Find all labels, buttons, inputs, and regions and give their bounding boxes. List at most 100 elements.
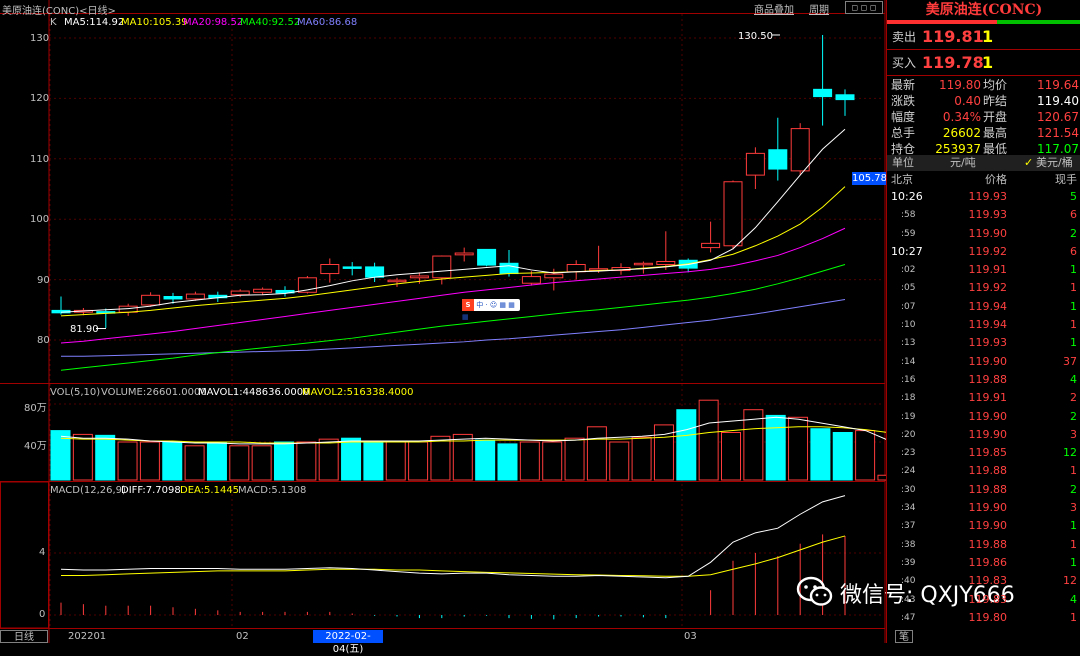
ticks-header-price: 价格 bbox=[985, 173, 1007, 186]
stat-value: 119.40 bbox=[1037, 94, 1079, 108]
kline-chart-area[interactable]: 美原油连(CONC)<日线> K MA5:114.92 MA10:105.39 … bbox=[0, 0, 887, 655]
candle-body bbox=[320, 264, 340, 275]
tick-price: 119.90 bbox=[968, 519, 1008, 533]
ticks-header-vol: 现手 bbox=[1055, 173, 1077, 186]
tick-price: 119.88 bbox=[968, 482, 1008, 496]
tick-time: :40 bbox=[901, 576, 916, 587]
tick-time: :16 bbox=[901, 374, 916, 385]
tick-price: 119.90 bbox=[968, 501, 1008, 515]
tick-price: 119.93 bbox=[968, 336, 1008, 350]
ticks-tab[interactable]: 笔 bbox=[895, 630, 913, 643]
date-axis-end: 03 bbox=[684, 631, 697, 642]
tick-volume: 37 bbox=[1063, 354, 1077, 368]
candle-body bbox=[566, 264, 586, 273]
stat-value: 119.80 bbox=[939, 78, 981, 92]
selected-date-tag[interactable]: 2022-02-04(五) bbox=[313, 630, 383, 655]
window-controls-icon[interactable]: ◻ ◻ ◻ bbox=[845, 1, 883, 14]
volume-bar bbox=[877, 474, 886, 481]
ma60-legend: MA60:86.68 bbox=[297, 17, 358, 28]
daily-tab[interactable]: 日线 bbox=[0, 630, 48, 643]
stat-label: 最高 bbox=[983, 126, 1008, 140]
stat-label: 最新 bbox=[891, 78, 916, 92]
tick-row: :05 119.92 1 bbox=[887, 279, 1080, 297]
tick-row: :10 119.94 1 bbox=[887, 316, 1080, 334]
tick-price: 119.94 bbox=[968, 299, 1008, 313]
tick-row: :02 119.91 1 bbox=[887, 261, 1080, 279]
volume-bar bbox=[497, 443, 518, 481]
tick-time: :20 bbox=[901, 429, 916, 440]
checkmark-icon[interactable]: ✓ bbox=[1024, 155, 1033, 171]
tick-time: :05 bbox=[901, 283, 916, 294]
buy-row: 买入 119.78 1 bbox=[887, 50, 1080, 75]
instrument-title: 美原油连(CONC) bbox=[925, 2, 1043, 18]
price-axis-110: 110 bbox=[30, 154, 50, 165]
cursor-price-tag: 105.78 bbox=[852, 172, 887, 185]
date-axis-mid: 02 bbox=[236, 631, 249, 642]
tick-volume: 1 bbox=[1070, 318, 1077, 332]
buy-price: 119.78 bbox=[922, 53, 984, 72]
tick-row: :47 119.80 1 bbox=[887, 609, 1080, 627]
macd-axis-0: 0 bbox=[39, 609, 46, 620]
volume-bar bbox=[251, 445, 272, 481]
buy-qty: 1 bbox=[982, 53, 994, 72]
volume-bar bbox=[810, 428, 831, 481]
tick-price: 119.80 bbox=[968, 610, 1008, 624]
ma60-line bbox=[61, 299, 846, 357]
overlay-button[interactable]: 商品叠加 bbox=[754, 1, 794, 16]
unit-bar[interactable]: 单位 元/吨 ✓ 美元/桶 bbox=[887, 155, 1080, 171]
date-axis-start: 202201 bbox=[68, 631, 107, 642]
volume-bar bbox=[721, 432, 741, 481]
tick-volume: 1 bbox=[1070, 464, 1077, 478]
tick-price: 119.90 bbox=[968, 226, 1008, 240]
volume-bar bbox=[274, 441, 294, 481]
ticks-list: 10:26 119.93 5:58 119.93 6:59 119.90 2 10:27 119… bbox=[887, 188, 1080, 627]
tick-volume: 2 bbox=[1070, 409, 1077, 423]
volume-bar bbox=[363, 441, 384, 481]
stat-label: 均价 bbox=[983, 78, 1008, 92]
tick-row: :16 119.88 4 bbox=[887, 371, 1080, 389]
tick-volume: 1 bbox=[1070, 537, 1077, 551]
tick-row: :30 119.88 2 bbox=[887, 481, 1080, 499]
sell-row: 卖出 119.81 1 bbox=[887, 24, 1080, 49]
tick-time: :24 bbox=[901, 466, 916, 477]
volume-bar bbox=[564, 437, 585, 481]
tick-volume: 1 bbox=[1070, 555, 1077, 569]
volume-bar bbox=[519, 441, 540, 481]
tick-time: :18 bbox=[901, 393, 916, 404]
tick-row: :40 119.83 12 bbox=[887, 572, 1080, 590]
tick-volume: 6 bbox=[1070, 244, 1077, 258]
tick-volume: 6 bbox=[1070, 208, 1077, 222]
tick-volume: 1 bbox=[1070, 281, 1077, 295]
tick-time: :07 bbox=[901, 301, 916, 312]
candle-body bbox=[656, 260, 676, 266]
sell-label: 卖出 bbox=[892, 30, 917, 44]
tick-volume: 3 bbox=[1070, 427, 1077, 441]
stat-label: 涨跌 bbox=[891, 94, 916, 108]
tick-time: :14 bbox=[901, 356, 916, 367]
ma10-legend: MA10:105.39 bbox=[121, 17, 188, 28]
tick-price: 119.91 bbox=[968, 391, 1008, 405]
candle-body bbox=[141, 294, 161, 306]
tick-row: :19 119.90 2 bbox=[887, 408, 1080, 426]
macd-legend: MACD(12,26,9) bbox=[50, 485, 126, 496]
diff-legend: DIFF:7.7098 bbox=[121, 485, 181, 496]
period-button[interactable]: 周期 bbox=[809, 1, 829, 16]
candle-body bbox=[544, 273, 564, 279]
price-axis-130: 130 bbox=[30, 33, 50, 44]
tick-time: :39 bbox=[901, 557, 916, 568]
kline-chart-svg[interactable] bbox=[0, 0, 886, 643]
high-price-label: 130.50 bbox=[738, 31, 773, 42]
tick-time: :13 bbox=[901, 338, 916, 349]
volume-bar bbox=[430, 435, 451, 481]
candle-body bbox=[835, 94, 855, 101]
stat-value: 120.67 bbox=[1037, 110, 1079, 124]
candle-body bbox=[185, 293, 205, 300]
tick-price: 119.91 bbox=[968, 263, 1008, 277]
tick-price: 119.88 bbox=[968, 372, 1008, 386]
unit-alt[interactable]: 美元/桶 bbox=[1036, 155, 1073, 171]
volume-bar bbox=[318, 438, 339, 481]
tick-volume: 2 bbox=[1070, 226, 1077, 240]
tick-volume: 3 bbox=[1070, 501, 1077, 515]
tick-row: 10:27 119.92 6 bbox=[887, 243, 1080, 261]
tick-price: 119.85 bbox=[968, 446, 1008, 460]
